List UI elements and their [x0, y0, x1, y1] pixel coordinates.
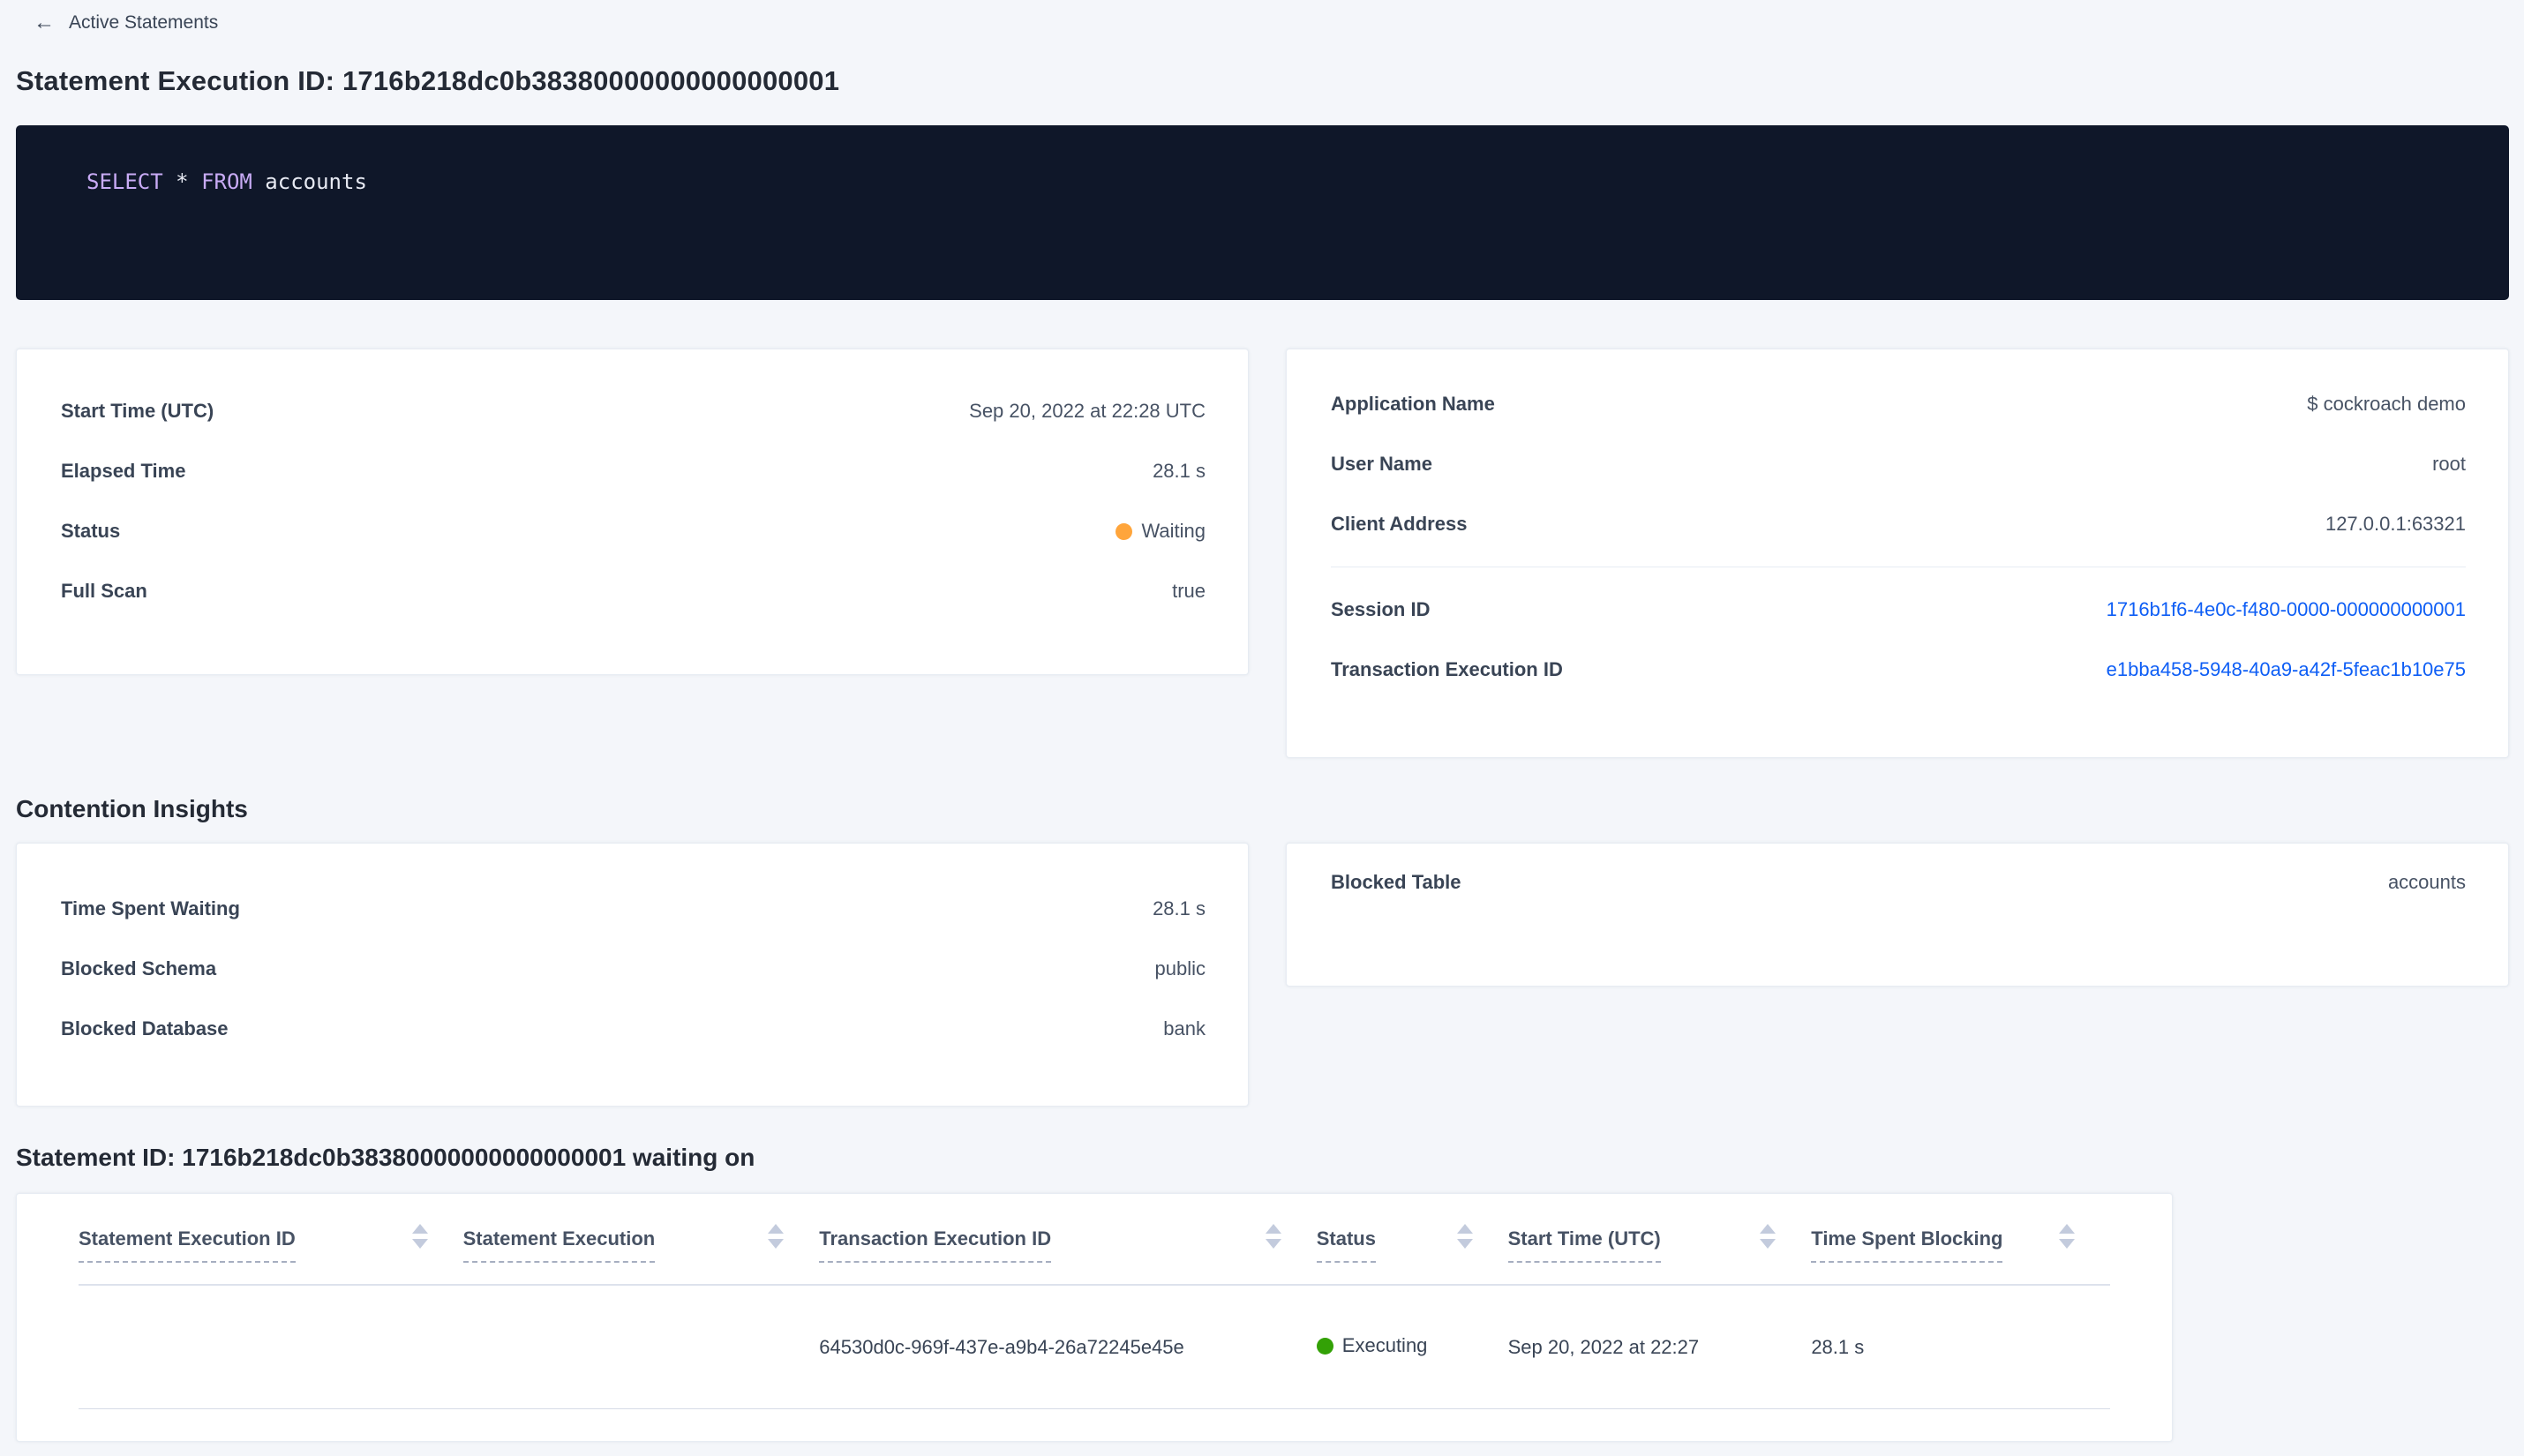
contention-cards: Time Spent Waiting 28.1 s Blocked Schema… — [16, 843, 2509, 1107]
sort-icon — [411, 1224, 428, 1249]
user-name-label: User Name — [1331, 453, 1432, 475]
kv-row-session-id: Session ID 1716b1f6-4e0c-f480-0000-00000… — [1331, 580, 2466, 640]
column-label: Statement Execution ID — [79, 1227, 296, 1263]
column-header-statement-execution-id[interactable]: Statement Execution ID — [79, 1224, 463, 1263]
waiting-on-heading: Statement ID: 1716b218dc0b38380000000000… — [16, 1144, 755, 1171]
execution-details-card: Start Time (UTC) Sep 20, 2022 at 22:28 U… — [16, 349, 1249, 675]
cell-transaction-execution-id: 64530d0c-969f-437e-a9b4-26a72245e45e — [819, 1335, 1184, 1358]
kv-row-status: Status Waiting — [61, 501, 1206, 561]
kv-row-transaction-execution-id: Transaction Execution ID e1bba458-5948-4… — [1331, 640, 2466, 700]
column-header-time-spent-blocking[interactable]: Time Spent Blocking — [1811, 1224, 2110, 1263]
session-id-link[interactable]: 1716b1f6-4e0c-f480-0000-000000000001 — [2107, 598, 2466, 621]
sql-keyword: SELECT — [86, 169, 163, 194]
transaction-execution-id-link[interactable]: e1bba458-5948-40a9-a42f-5feac1b10e75 — [2107, 658, 2466, 681]
blocked-database-label: Blocked Database — [61, 1017, 229, 1039]
start-time-value: Sep 20, 2022 at 22:28 UTC — [969, 400, 1206, 422]
waiting-on-table-card: Statement Execution ID Statement Executi… — [16, 1193, 2173, 1442]
overview-cards: Start Time (UTC) Sep 20, 2022 at 22:28 U… — [16, 349, 2509, 758]
waiting-on-table-header: Statement Execution ID Statement Executi… — [79, 1194, 2110, 1286]
application-name-label: Application Name — [1331, 393, 1495, 415]
time-spent-waiting-value: 28.1 s — [1153, 897, 1206, 919]
kv-row-blocked-schema: Blocked Schema public — [61, 939, 1206, 999]
column-header-transaction-execution-id[interactable]: Transaction Execution ID — [819, 1224, 1317, 1263]
statement-execution-page: ← Active Statements Statement Execution … — [0, 0, 2524, 1456]
column-header-statement-execution[interactable]: Statement Execution — [462, 1224, 820, 1263]
full-scan-label: Full Scan — [61, 580, 147, 602]
sql-statement-box: SELECT * FROM accounts — [16, 125, 2509, 300]
page-title: Statement Execution ID: 1716b218dc0b3838… — [16, 65, 840, 96]
table-row: 64530d0c-969f-437e-a9b4-26a72245e45e Exe… — [79, 1286, 2110, 1409]
time-spent-waiting-label: Time Spent Waiting — [61, 897, 240, 919]
sql-keyword: FROM — [201, 169, 252, 194]
column-label: Transaction Execution ID — [819, 1227, 1052, 1263]
status-badge: Waiting — [1116, 520, 1206, 543]
sort-icon — [1265, 1224, 1281, 1249]
kv-row-full-scan: Full Scan true — [61, 561, 1206, 621]
column-label: Time Spent Blocking — [1811, 1227, 2003, 1263]
column-label: Status — [1316, 1227, 1376, 1263]
back-to-active-statements-link[interactable]: ← Active Statements — [16, 11, 218, 35]
column-label: Start Time (UTC) — [1507, 1227, 1661, 1263]
sort-icon — [1456, 1224, 1473, 1249]
status-label: Status — [61, 520, 121, 542]
row-status-value: Executing — [1341, 1334, 1428, 1357]
cell-status: Executing — [1316, 1334, 1508, 1360]
waiting-status-dot-icon — [1116, 522, 1133, 540]
sql-statement-text: SELECT * FROM accounts — [86, 168, 2438, 196]
kv-row-blocked-table: Blocked Table accounts — [1331, 852, 2466, 912]
transaction-execution-id-label: Transaction Execution ID — [1331, 658, 1563, 680]
kv-row-user-name: User Name root — [1331, 434, 2466, 494]
blocked-table-card: Blocked Table accounts — [1286, 843, 2509, 987]
sql-plain: accounts — [252, 169, 367, 194]
kv-row-application-name: Application Name $ cockroach demo — [1331, 374, 2466, 434]
elapsed-time-label: Elapsed Time — [61, 460, 186, 482]
blocked-database-value: bank — [1163, 1017, 1206, 1039]
contention-insights-heading: Contention Insights — [16, 795, 248, 822]
back-link-label: Active Statements — [69, 12, 219, 33]
user-name-value: root — [2432, 453, 2466, 475]
column-label: Statement Execution — [462, 1227, 656, 1263]
status-value: Waiting — [1141, 520, 1206, 542]
session-details-card: Application Name $ cockroach demo User N… — [1286, 349, 2509, 758]
blocked-schema-label: Blocked Schema — [61, 957, 217, 979]
blocked-schema-value: public — [1154, 957, 1206, 979]
sort-icon — [768, 1224, 785, 1249]
kv-row-client-address: Client Address 127.0.0.1:63321 — [1331, 494, 2466, 554]
kv-row-elapsed-time: Elapsed Time 28.1 s — [61, 441, 1206, 501]
start-time-label: Start Time (UTC) — [61, 400, 214, 422]
kv-row-blocked-database: Blocked Database bank — [61, 999, 1206, 1059]
sort-icon — [2058, 1224, 2075, 1249]
elapsed-time-value: 28.1 s — [1153, 460, 1206, 482]
sql-plain: * — [162, 169, 202, 194]
session-id-label: Session ID — [1331, 598, 1431, 620]
application-name-value: $ cockroach demo — [2307, 393, 2466, 415]
kv-row-time-spent-waiting: Time Spent Waiting 28.1 s — [61, 879, 1206, 939]
client-address-value: 127.0.0.1:63321 — [2325, 513, 2466, 535]
blocked-table-value: accounts — [2387, 871, 2466, 893]
sort-icon — [1760, 1224, 1777, 1249]
back-arrow-icon: ← — [34, 11, 55, 34]
blocked-table-label: Blocked Table — [1331, 871, 1461, 893]
kv-row-start-time: Start Time (UTC) Sep 20, 2022 at 22:28 U… — [61, 381, 1206, 441]
column-header-status[interactable]: Status — [1316, 1224, 1508, 1263]
full-scan-value: true — [1172, 580, 1206, 602]
column-header-start-time[interactable]: Start Time (UTC) — [1507, 1224, 1812, 1263]
cell-time-spent-blocking: 28.1 s — [1811, 1335, 1865, 1358]
executing-status-dot-icon — [1316, 1337, 1333, 1355]
client-address-label: Client Address — [1331, 513, 1468, 535]
cell-start-time: Sep 20, 2022 at 22:27 — [1507, 1335, 1700, 1358]
contention-waiting-card: Time Spent Waiting 28.1 s Blocked Schema… — [16, 843, 1249, 1107]
